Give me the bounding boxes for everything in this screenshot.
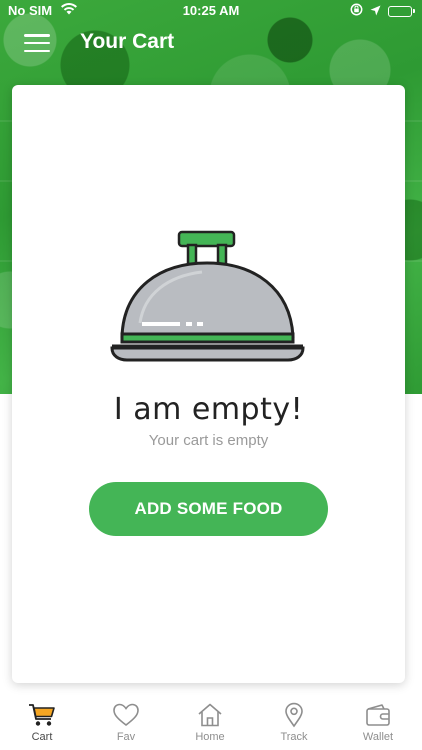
- tab-label: Wallet: [362, 731, 394, 743]
- status-bar: No SIM 10:25 AM: [0, 0, 422, 22]
- hamburger-icon: [24, 34, 50, 37]
- bottom-tab-bar: Cart Fav Home Track Wallet: [0, 700, 422, 750]
- tab-cart[interactable]: Cart: [0, 702, 84, 750]
- tab-track[interactable]: Track: [252, 702, 336, 750]
- heart-icon: [113, 703, 139, 727]
- orientation-lock-icon: [350, 3, 363, 19]
- battery-icon: [388, 5, 415, 17]
- tab-label: Home: [195, 731, 225, 743]
- tab-label: Fav: [116, 731, 136, 743]
- location-pin-icon: [285, 702, 303, 728]
- cart-icon: [29, 704, 55, 726]
- home-icon: [198, 703, 222, 727]
- empty-cart-title: I am empty!: [113, 392, 304, 427]
- menu-button[interactable]: [24, 32, 50, 54]
- tab-label: Track: [280, 731, 308, 743]
- empty-cart-subtitle: Your cart is empty: [148, 432, 269, 449]
- hamburger-icon-line: [24, 41, 50, 45]
- tab-home[interactable]: Home: [168, 702, 252, 750]
- tab-fav[interactable]: Fav: [84, 702, 168, 750]
- wallet-icon: [366, 704, 390, 726]
- tab-wallet[interactable]: Wallet: [336, 702, 420, 750]
- location-arrow-icon: [370, 4, 381, 19]
- hamburger-icon-line: [24, 49, 50, 52]
- cloche-icon: [110, 230, 306, 370]
- page-title: Your Cart: [80, 30, 175, 53]
- tab-label: Cart: [31, 731, 53, 743]
- empty-cart-card: I am empty! Your cart is empty ADD SOME …: [12, 85, 405, 683]
- add-some-food-button[interactable]: ADD SOME FOOD: [89, 482, 328, 536]
